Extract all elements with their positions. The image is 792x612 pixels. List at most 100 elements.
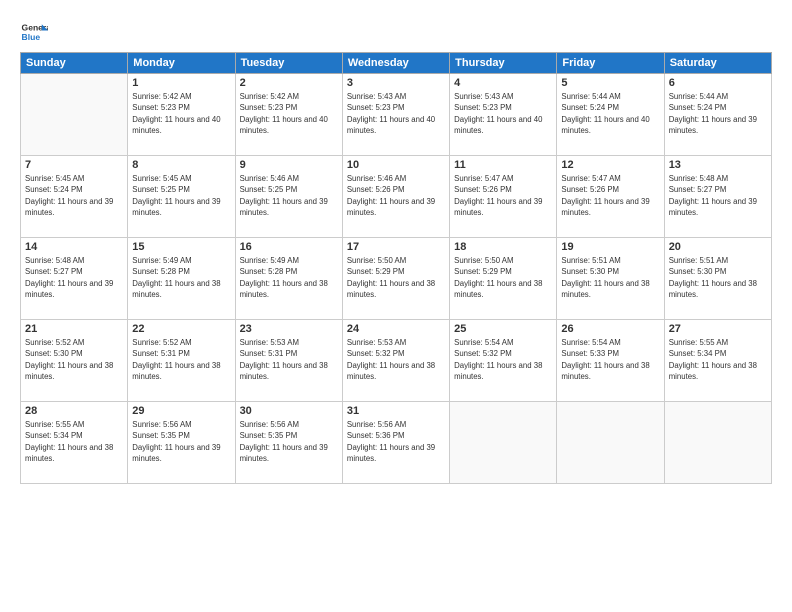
day-number: 18: [454, 241, 552, 253]
calendar-cell: 9 Sunrise: 5:46 AMSunset: 5:25 PMDaylight…: [235, 156, 342, 238]
day-number: 22: [132, 323, 230, 335]
day-number: 7: [25, 159, 123, 171]
day-number: 10: [347, 159, 445, 171]
day-number: 31: [347, 405, 445, 417]
calendar-week-row: 14 Sunrise: 5:48 AMSunset: 5:27 PMDayligh…: [21, 238, 772, 320]
day-info: Sunrise: 5:46 AMSunset: 5:25 PMDaylight:…: [240, 173, 338, 218]
day-number: 14: [25, 241, 123, 253]
calendar-cell: 5Sunrise: 5:44 AMSunset: 5:24 PMDaylight…: [557, 74, 664, 156]
calendar-cell: 7 Sunrise: 5:45 AMSunset: 5:24 PMDaylight…: [21, 156, 128, 238]
weekday-header: Thursday: [450, 53, 557, 74]
calendar-cell: 22 Sunrise: 5:52 AMSunset: 5:31 PMDayligh…: [128, 320, 235, 402]
calendar-cell: 19Sunrise: 5:51 AMSunset: 5:30 PMDayligh…: [557, 238, 664, 320]
calendar-cell: 11 Sunrise: 5:47 AMSunset: 5:26 PMDayligh…: [450, 156, 557, 238]
day-info: Sunrise: 5:42 AMSunset: 5:23 PMDaylight:…: [240, 91, 338, 136]
calendar-cell: 20 Sunrise: 5:51 AMSunset: 5:30 PMDayligh…: [664, 238, 771, 320]
day-info: Sunrise: 5:47 AMSunset: 5:26 PMDaylight:…: [454, 173, 552, 218]
day-info: Sunrise: 5:51 AMSunset: 5:30 PMDaylight:…: [561, 255, 659, 300]
calendar-cell: 25 Sunrise: 5:54 AMSunset: 5:32 PMDayligh…: [450, 320, 557, 402]
calendar-cell: 4Sunrise: 5:43 AMSunset: 5:23 PMDaylight…: [450, 74, 557, 156]
calendar-cell: 29 Sunrise: 5:56 AMSunset: 5:35 PMDayligh…: [128, 402, 235, 484]
day-number: 23: [240, 323, 338, 335]
day-number: 16: [240, 241, 338, 253]
day-number: 17: [347, 241, 445, 253]
day-info: Sunrise: 5:52 AMSunset: 5:31 PMDaylight:…: [132, 337, 230, 382]
calendar-cell: 10Sunrise: 5:46 AMSunset: 5:26 PMDayligh…: [342, 156, 449, 238]
day-number: 3: [347, 77, 445, 89]
calendar-header-row: SundayMondayTuesdayWednesdayThursdayFrid…: [21, 53, 772, 74]
day-info: Sunrise: 5:52 AMSunset: 5:30 PMDaylight:…: [25, 337, 123, 382]
calendar-cell: 1 Sunrise: 5:42 AMSunset: 5:23 PMDaylight…: [128, 74, 235, 156]
day-number: 27: [669, 323, 767, 335]
page: General Blue SundayMondayTuesdayWednesda…: [0, 0, 792, 612]
day-number: 1: [132, 77, 230, 89]
day-number: 28: [25, 405, 123, 417]
day-number: 8: [132, 159, 230, 171]
day-number: 12: [561, 159, 659, 171]
day-info: Sunrise: 5:47 AMSunset: 5:26 PMDaylight:…: [561, 173, 659, 218]
calendar-cell: 26Sunrise: 5:54 AMSunset: 5:33 PMDayligh…: [557, 320, 664, 402]
calendar-cell: [557, 402, 664, 484]
calendar-cell: 14 Sunrise: 5:48 AMSunset: 5:27 PMDayligh…: [21, 238, 128, 320]
calendar-week-row: 1 Sunrise: 5:42 AMSunset: 5:23 PMDaylight…: [21, 74, 772, 156]
day-info: Sunrise: 5:55 AMSunset: 5:34 PMDaylight:…: [669, 337, 767, 382]
svg-text:Blue: Blue: [22, 32, 41, 42]
day-info: Sunrise: 5:51 AMSunset: 5:30 PMDaylight:…: [669, 255, 767, 300]
weekday-header: Saturday: [664, 53, 771, 74]
weekday-header: Wednesday: [342, 53, 449, 74]
day-info: Sunrise: 5:56 AMSunset: 5:35 PMDaylight:…: [132, 419, 230, 464]
day-info: Sunrise: 5:56 AMSunset: 5:35 PMDaylight:…: [240, 419, 338, 464]
calendar-cell: 2Sunrise: 5:42 AMSunset: 5:23 PMDaylight…: [235, 74, 342, 156]
day-number: 20: [669, 241, 767, 253]
calendar-cell: [664, 402, 771, 484]
calendar-week-row: 28 Sunrise: 5:55 AMSunset: 5:34 PMDayligh…: [21, 402, 772, 484]
day-info: Sunrise: 5:44 AMSunset: 5:24 PMDaylight:…: [669, 91, 767, 136]
day-number: 11: [454, 159, 552, 171]
calendar-cell: 28 Sunrise: 5:55 AMSunset: 5:34 PMDayligh…: [21, 402, 128, 484]
day-info: Sunrise: 5:54 AMSunset: 5:32 PMDaylight:…: [454, 337, 552, 382]
weekday-header: Tuesday: [235, 53, 342, 74]
calendar-cell: 24 Sunrise: 5:53 AMSunset: 5:32 PMDayligh…: [342, 320, 449, 402]
calendar-cell: 27 Sunrise: 5:55 AMSunset: 5:34 PMDayligh…: [664, 320, 771, 402]
day-number: 30: [240, 405, 338, 417]
day-info: Sunrise: 5:42 AMSunset: 5:23 PMDaylight:…: [132, 91, 230, 136]
day-info: Sunrise: 5:56 AMSunset: 5:36 PMDaylight:…: [347, 419, 445, 464]
calendar-cell: 18Sunrise: 5:50 AMSunset: 5:29 PMDayligh…: [450, 238, 557, 320]
day-info: Sunrise: 5:48 AMSunset: 5:27 PMDaylight:…: [25, 255, 123, 300]
calendar-cell: 30 Sunrise: 5:56 AMSunset: 5:35 PMDayligh…: [235, 402, 342, 484]
day-number: 9: [240, 159, 338, 171]
day-number: 5: [561, 77, 659, 89]
weekday-header: Monday: [128, 53, 235, 74]
day-info: Sunrise: 5:53 AMSunset: 5:32 PMDaylight:…: [347, 337, 445, 382]
day-info: Sunrise: 5:55 AMSunset: 5:34 PMDaylight:…: [25, 419, 123, 464]
day-number: 29: [132, 405, 230, 417]
calendar-cell: 17 Sunrise: 5:50 AMSunset: 5:29 PMDayligh…: [342, 238, 449, 320]
day-number: 15: [132, 241, 230, 253]
calendar-cell: [450, 402, 557, 484]
day-info: Sunrise: 5:48 AMSunset: 5:27 PMDaylight:…: [669, 173, 767, 218]
calendar-cell: 23Sunrise: 5:53 AMSunset: 5:31 PMDayligh…: [235, 320, 342, 402]
calendar-week-row: 21Sunrise: 5:52 AMSunset: 5:30 PMDayligh…: [21, 320, 772, 402]
calendar-cell: 6Sunrise: 5:44 AMSunset: 5:24 PMDaylight…: [664, 74, 771, 156]
calendar-cell: 13Sunrise: 5:48 AMSunset: 5:27 PMDayligh…: [664, 156, 771, 238]
header: General Blue: [20, 18, 772, 46]
day-info: Sunrise: 5:50 AMSunset: 5:29 PMDaylight:…: [347, 255, 445, 300]
calendar-cell: 16 Sunrise: 5:49 AMSunset: 5:28 PMDayligh…: [235, 238, 342, 320]
day-info: Sunrise: 5:49 AMSunset: 5:28 PMDaylight:…: [240, 255, 338, 300]
day-number: 24: [347, 323, 445, 335]
day-info: Sunrise: 5:54 AMSunset: 5:33 PMDaylight:…: [561, 337, 659, 382]
logo-icon: General Blue: [20, 18, 48, 46]
calendar-table: SundayMondayTuesdayWednesdayThursdayFrid…: [20, 52, 772, 484]
calendar-cell: 21Sunrise: 5:52 AMSunset: 5:30 PMDayligh…: [21, 320, 128, 402]
day-info: Sunrise: 5:45 AMSunset: 5:24 PMDaylight:…: [25, 173, 123, 218]
day-info: Sunrise: 5:43 AMSunset: 5:23 PMDaylight:…: [454, 91, 552, 136]
calendar-cell: 31 Sunrise: 5:56 AMSunset: 5:36 PMDayligh…: [342, 402, 449, 484]
day-info: Sunrise: 5:43 AMSunset: 5:23 PMDaylight:…: [347, 91, 445, 136]
calendar-cell: 3 Sunrise: 5:43 AMSunset: 5:23 PMDaylight…: [342, 74, 449, 156]
calendar-cell: [21, 74, 128, 156]
weekday-header: Sunday: [21, 53, 128, 74]
logo: General Blue: [20, 18, 48, 46]
day-number: 25: [454, 323, 552, 335]
weekday-header: Friday: [557, 53, 664, 74]
day-info: Sunrise: 5:45 AMSunset: 5:25 PMDaylight:…: [132, 173, 230, 218]
